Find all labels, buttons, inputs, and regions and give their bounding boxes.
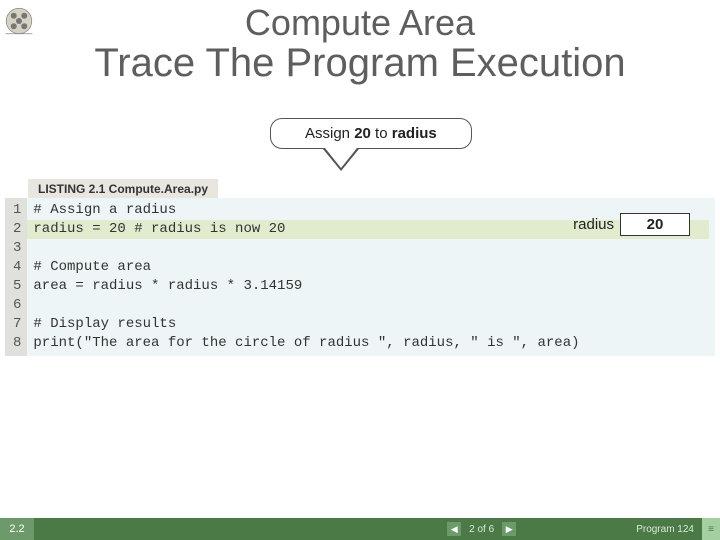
- code-line: # Compute area: [33, 259, 151, 275]
- page-number: 24: [683, 524, 694, 535]
- line-number: 8: [13, 334, 21, 353]
- variable-display: radius 20: [573, 213, 690, 236]
- slide-title-1: Compute Area: [0, 4, 720, 42]
- next-button[interactable]: ▶: [502, 522, 516, 536]
- menu-icon[interactable]: ≡: [702, 518, 720, 540]
- logo-icon: [4, 6, 34, 36]
- line-number: 2: [13, 220, 21, 239]
- variable-value: 20: [620, 213, 690, 236]
- listing-label: LISTING 2.1 Compute.Area.py: [28, 179, 218, 199]
- line-number-gutter: 1 2 3 4 5 6 7 8: [5, 198, 27, 356]
- line-number: 3: [13, 239, 21, 258]
- line-number: 6: [13, 296, 21, 315]
- slide-title-2: Trace The Program Execution: [0, 42, 720, 84]
- footer-bar: 2.2 ◀ 2 of 6 ▶ Program 1 24 ≡: [0, 518, 720, 540]
- step-nav: ◀ 2 of 6 ▶: [447, 522, 516, 536]
- callout-prefix: Assign: [305, 125, 354, 142]
- line-number: 5: [13, 277, 21, 296]
- line-number: 4: [13, 258, 21, 277]
- step-counter: 2 of 6: [469, 524, 494, 535]
- code-line: print("The area for the circle of radius…: [33, 335, 579, 351]
- prev-button[interactable]: ◀: [447, 522, 461, 536]
- callout-tail-icon: [323, 149, 359, 171]
- code-line: # Display results: [33, 316, 176, 332]
- code-line: area = radius * radius * 3.14159: [33, 278, 302, 294]
- callout-mid: to: [371, 125, 392, 142]
- code-line: # Assign a radius: [33, 202, 176, 218]
- variable-name: radius: [573, 216, 614, 233]
- callout-value: 20: [354, 125, 371, 142]
- section-number: 2.2: [0, 518, 34, 540]
- callout-target: radius: [392, 125, 437, 142]
- line-number: 7: [13, 315, 21, 334]
- line-number: 1: [13, 201, 21, 220]
- program-name: Program 1: [636, 524, 683, 535]
- callout-bubble: Assign 20 to radius: [270, 118, 472, 171]
